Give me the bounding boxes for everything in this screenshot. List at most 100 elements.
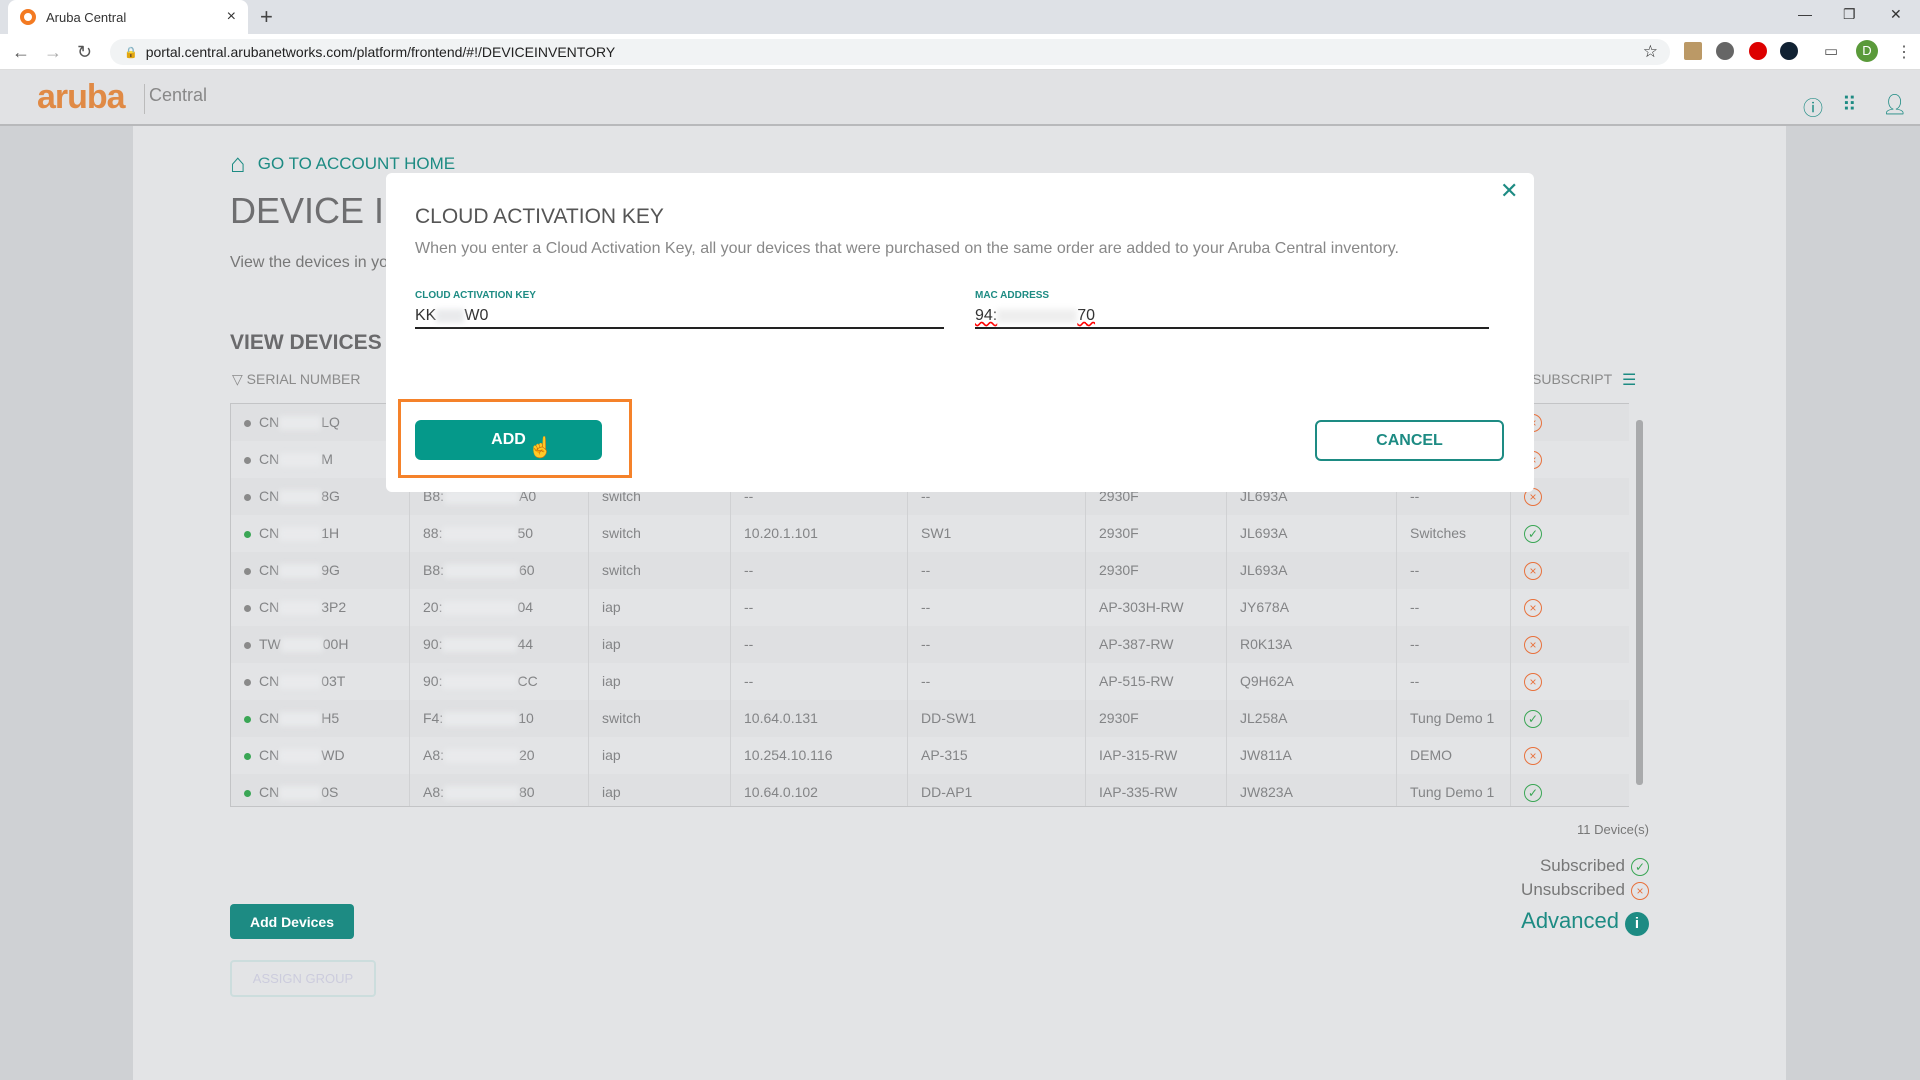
cell-sub: ✓ (1511, 700, 1630, 737)
activation-key-input[interactable]: KKW0 (415, 304, 944, 329)
chrome-menu-icon[interactable]: ⋮ (1896, 42, 1912, 62)
redacted-blur (442, 675, 517, 689)
user-icon[interactable]: 👤︎ (1882, 92, 1907, 117)
advanced-link[interactable]: Advancedi (1450, 908, 1649, 936)
table-row[interactable]: CN3P220:04iap----AP-303H-RWJY678A--× (231, 589, 1630, 626)
status-dot (244, 457, 251, 464)
adblock-extension-icon[interactable] (1749, 42, 1767, 60)
table-row[interactable]: CN9GB8:60switch----2930FJL693A--× (231, 552, 1630, 589)
mac-prefix: 90: (423, 673, 442, 689)
apps-grid-icon[interactable]: ⠿ (1842, 92, 1857, 117)
cell-mac: 88:50 (410, 515, 589, 552)
aruba-logo[interactable]: aruba (37, 78, 125, 117)
key-prefix: KK (415, 307, 436, 324)
serial-prefix: CN (259, 488, 279, 504)
info-icon[interactable]: i (1625, 912, 1649, 936)
pdf-extension-icon[interactable] (1684, 42, 1702, 60)
new-tab-button[interactable]: + (260, 4, 273, 30)
cell-type: switch (589, 515, 731, 552)
serial-suffix: M (321, 451, 333, 467)
redacted-blur (442, 638, 517, 652)
column-header-serial[interactable]: ▽ SERIAL NUMBER (232, 371, 361, 388)
status-dot (244, 605, 251, 612)
redacted-blur (442, 601, 517, 615)
column-menu-icon[interactable]: ☰ (1622, 370, 1636, 390)
column-label: SERIAL NUMBER (247, 371, 361, 387)
add-devices-button[interactable]: Add Devices (230, 904, 354, 939)
mac-address-input[interactable]: 94:70 (975, 304, 1489, 329)
status-dot (244, 642, 251, 649)
back-icon[interactable]: ← (12, 42, 30, 63)
cancel-button[interactable]: CANCEL (1315, 420, 1504, 461)
url-bar[interactable]: 🔒portal.central.arubanetworks.com/platfo… (110, 39, 1670, 65)
assign-group-button[interactable]: ASSIGN GROUP (230, 960, 376, 997)
browser-tab-bar (0, 0, 1920, 34)
status-dot (244, 790, 251, 797)
add-button[interactable]: ADD (415, 420, 602, 460)
serial-suffix: 00H (323, 636, 349, 652)
serial-prefix: CN (259, 525, 279, 541)
legend-unsubscribed: Unsubscribed× (1450, 880, 1649, 900)
bookmark-star-icon[interactable]: ☆ (1643, 42, 1658, 62)
serial-prefix: TW (259, 636, 281, 652)
home-link-text: GO TO ACCOUNT HOME (258, 154, 455, 174)
cell-model: 2930F (1086, 552, 1227, 589)
cell-ip: -- (731, 626, 908, 663)
cell-serial: CNLQ (231, 404, 410, 441)
cell-type: iap (589, 774, 731, 807)
page-description: View the devices in your inventory (230, 254, 390, 272)
cell-group: Switches (1397, 515, 1511, 552)
close-dialog-icon[interactable]: ✕ (1500, 178, 1518, 204)
lock-icon: 🔒 (124, 46, 138, 59)
unsubscribed-icon: × (1524, 599, 1542, 617)
legend-label: Subscribed (1540, 856, 1625, 875)
cell-group: -- (1397, 626, 1511, 663)
subscribed-icon: ✓ (1631, 858, 1649, 876)
cell-type: iap (589, 737, 731, 774)
filter-icon[interactable]: ▽ (232, 371, 247, 387)
table-row[interactable]: CN1H88:50switch10.20.1.101SW12930FJL693A… (231, 515, 1630, 552)
cell-model: AP-515-RW (1086, 663, 1227, 700)
column-header-subscription[interactable]: SUBSCRIPTION (1532, 371, 1612, 387)
cell-serial: CN9G (231, 552, 410, 589)
serial-prefix: CN (259, 562, 279, 578)
mac-prefix: A8: (423, 747, 444, 763)
browser-tab[interactable]: Aruba Central× (8, 0, 248, 34)
cell-name: SW1 (908, 515, 1086, 552)
redacted-blur (444, 749, 519, 763)
extension-icon[interactable] (1716, 42, 1734, 60)
close-window-button[interactable]: ✕ (1890, 6, 1902, 23)
table-row[interactable]: CN03T90:CCiap----AP-515-RWQ9H62A--× (231, 663, 1630, 700)
redacted-blur (444, 490, 519, 504)
serial-prefix: CN (259, 710, 279, 726)
cell-name: AP-315 (908, 737, 1086, 774)
cell-serial: CN03T (231, 663, 410, 700)
cell-sub: × (1511, 663, 1630, 700)
unsubscribed-icon: × (1631, 882, 1649, 900)
cell-part: JL258A (1227, 700, 1397, 737)
aruba-favicon-icon (20, 9, 36, 25)
forward-icon[interactable]: → (44, 42, 62, 63)
mac-suffix: 20 (519, 747, 535, 763)
table-row[interactable]: TW00H90:44iap----AP-387-RWR0K13A--× (231, 626, 1630, 663)
table-row[interactable]: CNWDA8:20iap10.254.10.116AP-315IAP-315-R… (231, 737, 1630, 774)
redacted-blur (436, 309, 464, 323)
reload-icon[interactable]: ↻ (77, 42, 92, 63)
cell-model: IAP-315-RW (1086, 737, 1227, 774)
unsubscribed-icon: × (1524, 636, 1542, 654)
help-icon[interactable]: ⓘ (1803, 92, 1823, 121)
scrollbar-thumb[interactable] (1636, 420, 1643, 785)
redacted-blur (279, 490, 321, 504)
close-tab-icon[interactable]: × (227, 8, 236, 26)
table-row[interactable]: CNH5F4:10switch10.64.0.131DD-SW12930FJL2… (231, 700, 1630, 737)
cast-icon[interactable]: ▭ (1824, 42, 1838, 60)
device-count: 11 Device(s) (1500, 822, 1649, 837)
restore-button[interactable]: ❐ (1843, 6, 1856, 23)
profile-avatar[interactable]: D (1856, 40, 1878, 62)
extension-icon[interactable] (1780, 42, 1798, 60)
serial-suffix: LQ (321, 414, 340, 430)
table-row[interactable]: CN0SA8:80iap10.64.0.102DD-AP1IAP-335-RWJ… (231, 774, 1630, 807)
cell-part: JW823A (1227, 774, 1397, 807)
cell-part: JW811A (1227, 737, 1397, 774)
minimize-button[interactable]: — (1798, 6, 1812, 22)
